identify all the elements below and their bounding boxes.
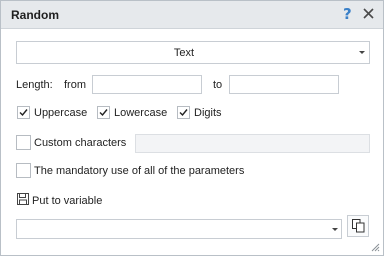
dropdown-arrow-icon [359, 51, 365, 54]
custom-characters-checkbox[interactable] [16, 135, 31, 150]
close-icon[interactable] [362, 7, 375, 20]
copy-button[interactable] [347, 215, 369, 237]
variable-select[interactable] [16, 219, 342, 239]
type-select-value: Text [173, 46, 195, 59]
save-icon [17, 193, 29, 205]
custom-characters-label[interactable]: Custom characters [34, 137, 126, 149]
checkmark-icon [99, 109, 108, 117]
uppercase-label[interactable]: Uppercase [34, 107, 87, 119]
length-from-input[interactable] [92, 75, 202, 94]
custom-characters-input[interactable] [135, 134, 370, 153]
mandatory-parameters-checkbox[interactable] [16, 163, 31, 178]
title-bar: Random ? [1, 1, 383, 29]
digits-label[interactable]: Digits [194, 107, 222, 119]
length-from-label: from [64, 79, 86, 91]
lowercase-checkbox[interactable] [97, 106, 110, 119]
checkmark-icon [179, 109, 188, 117]
resize-grip-icon[interactable] [371, 243, 380, 252]
lowercase-label[interactable]: Lowercase [114, 107, 167, 119]
put-to-variable-label: Put to variable [32, 195, 103, 207]
dropdown-arrow-icon [332, 228, 338, 231]
checkmark-icon [19, 109, 28, 117]
length-to-input[interactable] [229, 75, 339, 94]
length-to-label: to [213, 79, 223, 91]
variable-select-value [17, 220, 323, 238]
mandatory-parameters-label[interactable]: The mandatory use of all of the paramete… [34, 165, 244, 177]
uppercase-checkbox[interactable] [17, 106, 30, 119]
window-title: Random [11, 8, 59, 22]
type-select[interactable]: Text [16, 41, 370, 64]
length-label: Length: [16, 79, 53, 91]
digits-checkbox[interactable] [177, 106, 190, 119]
random-dialog: Random ? Text Length: from to Uppercase … [0, 0, 384, 256]
copy-icon [352, 219, 365, 233]
help-icon[interactable]: ? [343, 5, 352, 23]
